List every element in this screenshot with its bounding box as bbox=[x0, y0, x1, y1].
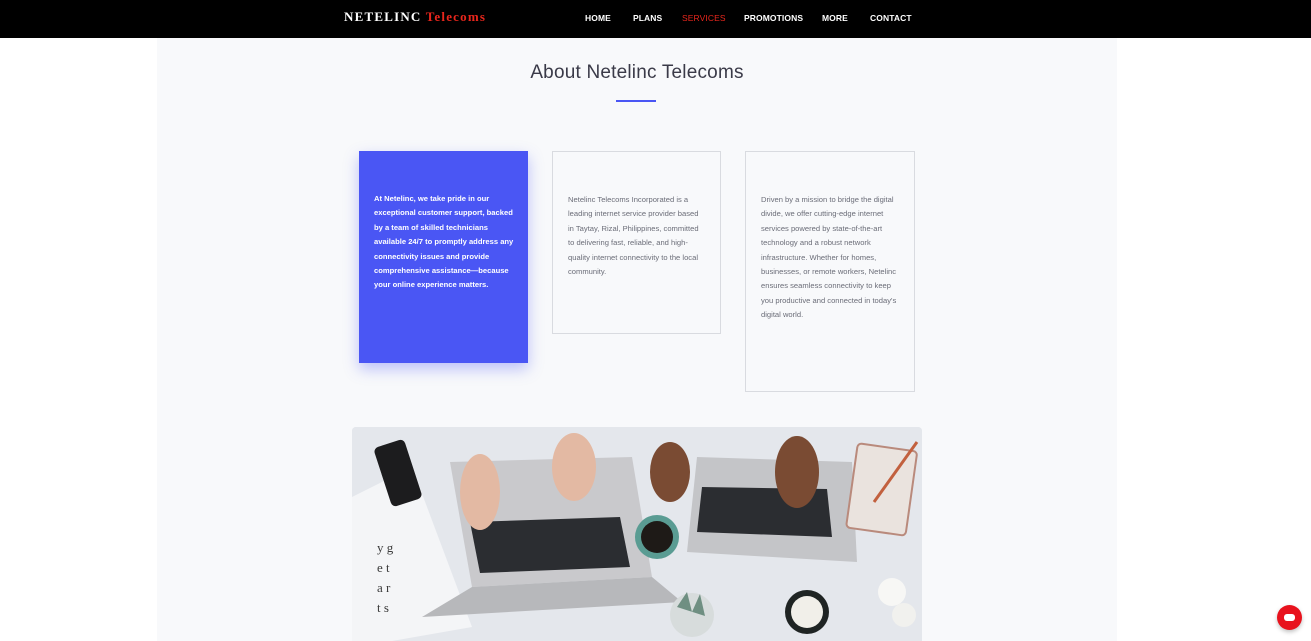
nav-link-services[interactable]: SERVICES bbox=[682, 13, 726, 23]
nav-link-promotions[interactable]: PROMOTIONS bbox=[744, 13, 803, 23]
nav-link-home[interactable]: HOME bbox=[585, 13, 611, 23]
nav-link-plans[interactable]: PLANS bbox=[633, 13, 662, 23]
brand-name: NETELINC bbox=[344, 9, 422, 24]
title-underline bbox=[616, 100, 656, 102]
svg-text:a r: a r bbox=[377, 580, 391, 595]
top-navbar: NETELINC Telecoms HOME PLANS SERVICES PR… bbox=[0, 0, 1311, 38]
chat-widget-button[interactable] bbox=[1277, 605, 1302, 630]
about-card-text: Driven by a mission to bridge the digita… bbox=[761, 195, 897, 320]
brand-logo[interactable]: NETELINC Telecoms bbox=[344, 9, 486, 25]
workspace-photo: y g e t a r t s bbox=[352, 427, 922, 641]
about-section: About Netelinc Telecoms At Netelinc, we … bbox=[157, 38, 1117, 641]
about-card-text: Netelinc Telecoms Incorporated is a lead… bbox=[568, 195, 699, 277]
chat-bubble-icon bbox=[1284, 609, 1295, 621]
nav-link-contact[interactable]: CONTACT bbox=[870, 13, 912, 23]
svg-text:y g: y g bbox=[377, 540, 394, 555]
about-card-text: At Netelinc, we take pride in our except… bbox=[374, 194, 514, 290]
brand-accent: Telecoms bbox=[425, 9, 487, 24]
workspace-illustration: y g e t a r t s bbox=[352, 427, 922, 641]
about-card-company: Netelinc Telecoms Incorporated is a lead… bbox=[552, 151, 721, 334]
svg-text:e t: e t bbox=[377, 560, 390, 575]
section-title: About Netelinc Telecoms bbox=[530, 62, 744, 83]
nav-link-more[interactable]: MORE bbox=[822, 13, 848, 23]
svg-text:t s: t s bbox=[377, 600, 389, 615]
about-card-support: At Netelinc, we take pride in our except… bbox=[359, 151, 528, 363]
about-card-mission: Driven by a mission to bridge the digita… bbox=[745, 151, 915, 392]
